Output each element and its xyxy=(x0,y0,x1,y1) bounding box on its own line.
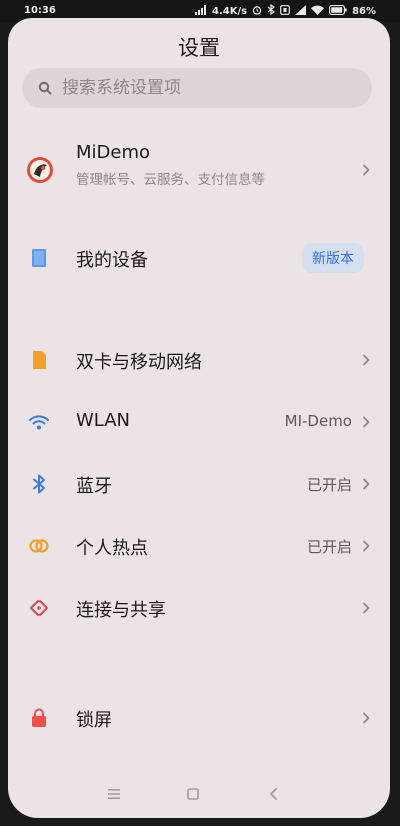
connection-sharing-icon xyxy=(26,595,52,621)
settings-screen: 设置 MiDemo 管理帐号、云服务、支付信息等 我的设备 新版本 xyxy=(8,18,390,818)
device-icon xyxy=(26,245,52,271)
my-device-row[interactable]: 我的设备 新版本 xyxy=(8,240,390,276)
setting-value: 已开启 xyxy=(306,476,352,494)
setting-label: WLAN xyxy=(76,410,131,431)
home-icon[interactable] xyxy=(181,784,205,804)
status-time: 10:36 xyxy=(24,5,56,16)
sidebar-item-lock-screen[interactable]: 锁屏 xyxy=(8,700,390,736)
chevron-right-icon xyxy=(363,164,370,176)
search-bar[interactable] xyxy=(22,68,372,108)
chevron-right-icon xyxy=(363,354,370,366)
sidebar-item-connection-sharing[interactable]: 连接与共享 xyxy=(8,590,390,626)
my-device-label: 我的设备 xyxy=(76,250,148,271)
setting-value: MI-Demo xyxy=(284,412,352,430)
new-version-badge: 新版本 xyxy=(302,243,364,273)
search-icon xyxy=(36,79,54,97)
setting-label: 连接与共享 xyxy=(76,600,166,621)
avatar xyxy=(26,156,54,184)
chevron-right-icon xyxy=(363,712,370,724)
search-input[interactable] xyxy=(62,78,342,98)
status-icons: 4.4K/s 86% xyxy=(194,3,376,18)
sidebar-item-bluetooth[interactable]: 蓝牙 已开启 xyxy=(8,466,390,502)
net-speed: 4.4K/s xyxy=(211,5,248,17)
battery-level: 86% xyxy=(352,5,376,17)
sidebar-item-wlan[interactable]: WLAN MI-Demo xyxy=(8,404,390,440)
chevron-right-icon xyxy=(363,416,370,428)
mobile-signal-icon xyxy=(295,4,307,18)
setting-label: 蓝牙 xyxy=(76,476,112,497)
battery-icon xyxy=(329,4,347,18)
chevron-right-icon xyxy=(363,478,370,490)
chevron-right-icon xyxy=(363,540,370,552)
setting-label: 双卡与移动网络 xyxy=(76,352,202,373)
alarm-icon xyxy=(252,5,262,18)
bluetooth-status-icon xyxy=(267,3,276,18)
navigation-bar xyxy=(8,784,390,804)
back-icon[interactable] xyxy=(262,784,286,804)
menu-icon[interactable] xyxy=(102,784,126,804)
account-description: 管理帐号、云服务、支付信息等 xyxy=(76,172,265,188)
lock-icon xyxy=(26,705,52,731)
bluetooth-icon xyxy=(26,471,52,497)
signal-icon xyxy=(194,4,207,18)
chevron-right-icon xyxy=(363,602,370,614)
sidebar-item-dual-sim[interactable]: 双卡与移动网络 xyxy=(8,342,390,378)
sidebar-item-hotspot[interactable]: 个人热点 已开启 xyxy=(8,528,390,564)
account-row[interactable]: MiDemo 管理帐号、云服务、支付信息等 xyxy=(8,142,390,214)
account-name: MiDemo xyxy=(76,142,151,163)
wifi-icon xyxy=(26,409,52,435)
setting-value: 已开启 xyxy=(306,538,352,556)
sim-card-icon xyxy=(26,347,52,373)
setting-label: 锁屏 xyxy=(76,710,112,731)
page-title: 设置 xyxy=(178,36,220,60)
setting-label: 个人热点 xyxy=(76,538,148,559)
hotspot-icon xyxy=(26,533,52,559)
nfc-icon xyxy=(280,4,290,18)
wifi-status-icon xyxy=(311,5,325,18)
